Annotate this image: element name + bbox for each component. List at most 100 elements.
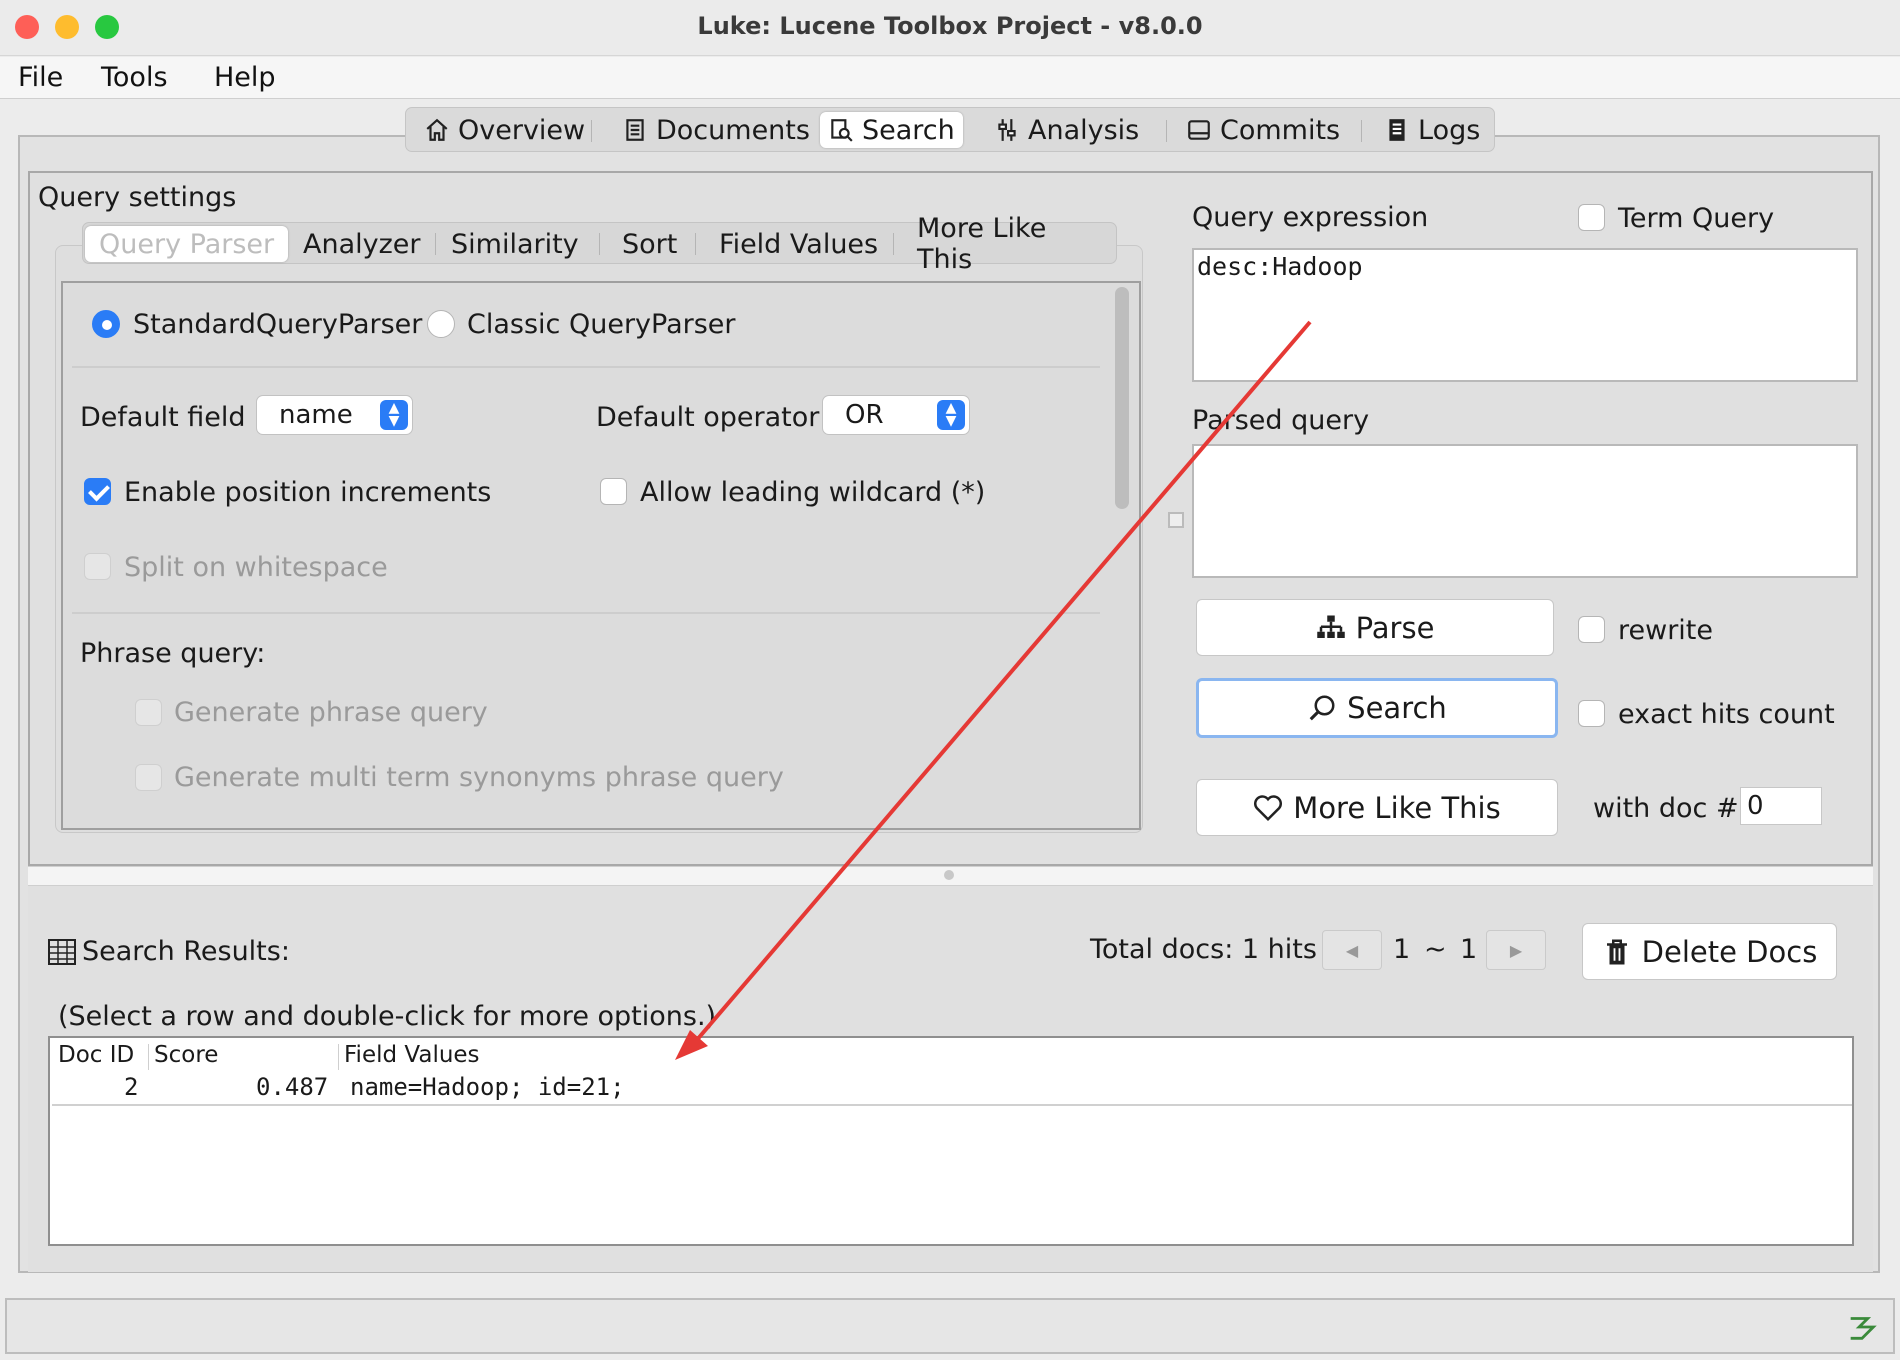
hierarchy-icon xyxy=(1316,615,1345,638)
tab-more-like-this[interactable]: More Like This xyxy=(903,213,1116,275)
query-expression-text: desc:Hadoop xyxy=(1197,252,1363,281)
cell-doc-id: 2 xyxy=(124,1073,139,1101)
more-like-this-button-label: More Like This xyxy=(1293,790,1501,825)
generate-multi-term-label: Generate multi term synonyms phrase quer… xyxy=(174,762,784,793)
results-table[interactable]: Doc ID Score Field Values 2 0.487 name=H… xyxy=(48,1036,1854,1246)
row-divider xyxy=(52,1104,1852,1106)
tab-overview[interactable]: Overview xyxy=(416,112,593,148)
tab-analyzer[interactable]: Analyzer xyxy=(289,226,435,262)
query-expression-input[interactable]: desc:Hadoop xyxy=(1192,248,1858,382)
results-hint: (Select a row and double-click for more … xyxy=(58,1001,717,1032)
enable-position-increments-label: Enable position increments xyxy=(124,477,492,508)
tab-analysis[interactable]: Analysis xyxy=(986,112,1147,148)
phrase-query-label: Phrase query: xyxy=(80,638,266,669)
tab-documents-label: Documents xyxy=(656,114,810,146)
exact-hits-count-checkbox[interactable] xyxy=(1578,700,1605,727)
classic-parser-label: Classic QueryParser xyxy=(467,309,736,340)
column-divider xyxy=(148,1044,149,1070)
column-divider xyxy=(338,1044,339,1070)
prev-page-button[interactable]: ◀ xyxy=(1322,930,1382,970)
search-icon xyxy=(1309,695,1335,721)
tab-documents[interactable]: Documents xyxy=(614,112,818,148)
parsed-query-output[interactable] xyxy=(1192,444,1858,578)
column-header-doc-id[interactable]: Doc ID xyxy=(58,1042,134,1068)
column-header-score[interactable]: Score xyxy=(154,1042,218,1068)
tab-commits[interactable]: Commits xyxy=(1178,112,1348,148)
generate-multi-term-checkbox xyxy=(135,764,162,791)
tab-sort[interactable]: Sort xyxy=(608,226,691,262)
allow-leading-wildcard-checkbox[interactable] xyxy=(600,478,627,505)
menu-bar: File Tools Help xyxy=(0,57,1900,99)
with-doc-label: with doc # xyxy=(1593,793,1739,824)
cell-field-values: name=Hadoop; id=21; xyxy=(350,1073,625,1101)
default-operator-value: OR xyxy=(845,400,884,430)
default-operator-label: Default operator xyxy=(596,402,820,433)
search-button-label: Search xyxy=(1347,691,1447,725)
column-header-field-values[interactable]: Field Values xyxy=(344,1042,480,1068)
rewrite-checkbox[interactable] xyxy=(1578,616,1605,643)
total-docs-label: Total docs: 1 hits xyxy=(1090,934,1317,965)
main-tab-bar: Overview Documents Search Analysis Commi… xyxy=(405,107,1495,152)
parse-button[interactable]: Parse xyxy=(1196,599,1554,656)
table-icon xyxy=(48,939,76,965)
tab-divider xyxy=(1361,120,1362,142)
doc-number-input[interactable]: 0 xyxy=(1740,787,1822,825)
search-button[interactable]: Search xyxy=(1196,678,1558,738)
enable-position-increments-checkbox[interactable] xyxy=(84,478,111,505)
home-icon xyxy=(426,118,448,141)
rewrite-label: rewrite xyxy=(1618,615,1714,646)
luke-logo-icon xyxy=(1850,1317,1877,1340)
log-icon xyxy=(1389,119,1405,141)
tab-logs[interactable]: Logs xyxy=(1376,112,1488,148)
query-expression-label: Query expression xyxy=(1192,202,1429,233)
tab-query-parser[interactable]: Query Parser xyxy=(85,226,289,262)
allow-leading-wildcard-label: Allow leading wildcard (*) xyxy=(640,477,986,508)
window-title: Luke: Lucene Toolbox Project - v8.0.0 xyxy=(697,12,1203,40)
tab-search[interactable]: Search xyxy=(820,112,963,148)
tab-divider xyxy=(599,233,600,255)
tab-field-values[interactable]: Field Values xyxy=(705,226,892,262)
term-query-checkbox[interactable] xyxy=(1578,204,1605,231)
query-settings-tabs: Query Parser Analyzer Similarity Sort Fi… xyxy=(82,213,1117,275)
default-field-select[interactable]: name ▲ ▼ xyxy=(256,395,413,435)
term-query-label: Term Query xyxy=(1618,203,1775,234)
default-operator-select[interactable]: OR ▲ ▼ xyxy=(822,395,970,435)
default-field-value: name xyxy=(279,400,353,430)
table-row[interactable]: 2 0.487 name=Hadoop; id=21; xyxy=(50,1071,1852,1105)
tab-divider xyxy=(435,233,436,255)
page-from: 1 xyxy=(1393,934,1411,965)
generate-phrase-query-checkbox xyxy=(135,699,162,726)
default-field-label: Default field xyxy=(80,402,246,433)
split-on-whitespace-label: Split on whitespace xyxy=(124,552,388,583)
menu-tools[interactable]: Tools xyxy=(101,62,168,93)
chevron-updown-icon: ▲ ▼ xyxy=(937,400,965,430)
analysis-icon xyxy=(998,119,1016,141)
cell-score: 0.487 xyxy=(256,1073,329,1101)
page-separator: ~ xyxy=(1424,934,1447,965)
tab-analysis-label: Analysis xyxy=(1028,114,1140,146)
splitter-handle[interactable] xyxy=(1168,512,1184,528)
search-results-title: Search Results: xyxy=(82,936,290,967)
tab-divider xyxy=(1166,120,1167,142)
standard-parser-radio[interactable] xyxy=(92,310,120,338)
trash-icon xyxy=(1606,939,1627,964)
page-to: 1 xyxy=(1460,934,1478,965)
tab-logs-label: Logs xyxy=(1418,114,1481,146)
disk-icon xyxy=(1188,120,1210,140)
next-page-button[interactable]: ▶ xyxy=(1486,930,1546,970)
delete-docs-button[interactable]: Delete Docs xyxy=(1582,923,1837,980)
exact-hits-count-label: exact hits count xyxy=(1618,699,1835,730)
chevron-updown-icon: ▲ ▼ xyxy=(380,400,408,430)
title-bar: Luke: Lucene Toolbox Project - v8.0.0 xyxy=(0,0,1900,56)
tab-similarity[interactable]: Similarity xyxy=(437,226,593,262)
settings-scrollbar[interactable] xyxy=(1115,287,1129,509)
more-like-this-button[interactable]: More Like This xyxy=(1196,779,1558,836)
menu-file[interactable]: File xyxy=(18,62,63,93)
classic-parser-radio[interactable] xyxy=(427,310,455,338)
generate-phrase-query-label: Generate phrase query xyxy=(174,697,488,728)
split-on-whitespace-checkbox xyxy=(84,553,111,580)
tab-divider xyxy=(695,233,696,255)
tab-search-label: Search xyxy=(862,114,955,146)
search-document-icon xyxy=(831,119,853,142)
menu-help[interactable]: Help xyxy=(214,62,276,93)
